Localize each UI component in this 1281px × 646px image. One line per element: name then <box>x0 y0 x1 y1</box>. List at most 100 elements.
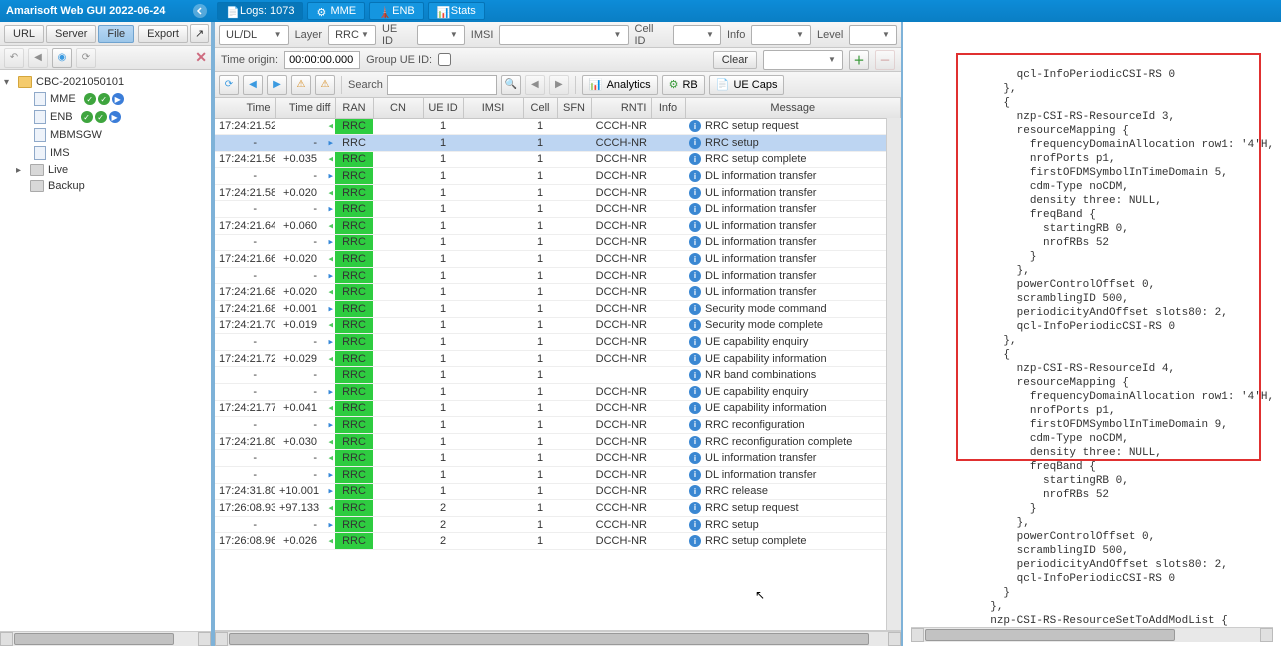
code-view[interactable]: qcl-InfoPeriodicCSI-RS 0 }, { nzp-CSI-RS… <box>911 26 1273 627</box>
search-input[interactable] <box>387 75 497 95</box>
info-icon: i <box>689 319 701 331</box>
log-row[interactable]: 17:24:31.801+10.001▸RRC11DCCH-NRiRRC rel… <box>215 483 901 500</box>
message-text: RRC setup request <box>705 120 799 132</box>
group-ue-checkbox[interactable] <box>438 53 451 66</box>
col-time[interactable]: Time <box>215 98 275 118</box>
time-origin-input[interactable] <box>284 51 360 69</box>
col-imsi[interactable]: IMSI <box>463 98 523 118</box>
search-next-icon[interactable]: ▶ <box>549 75 569 95</box>
add-button[interactable]: ＋ <box>849 50 869 70</box>
tab-enb[interactable]: 🗼ENB <box>369 2 424 20</box>
level-select[interactable]: ▼ <box>849 25 897 45</box>
log-row[interactable]: --▸RRC11DCCH-NRiDL information transfer <box>215 201 901 218</box>
col-time-diff[interactable]: Time diff <box>275 98 335 118</box>
analytics-button[interactable]: 📊Analytics <box>582 75 658 95</box>
loading-icon[interactable]: ◉ <box>52 48 72 68</box>
log-row[interactable]: --▸RRC11DCCH-NRiUE capability enquiry <box>215 384 901 401</box>
uecaps-button[interactable]: 📄UE Caps <box>709 75 785 95</box>
log-row[interactable]: --▸RRC11DCCH-NRiDL information transfer <box>215 267 901 284</box>
chevron-down-icon: ▼ <box>826 55 838 64</box>
message-text: RRC reconfiguration complete <box>705 436 852 448</box>
tree-mbmsgw[interactable]: MBMSGW <box>2 126 209 144</box>
log-row[interactable]: 17:24:21.560+0.035◂RRC11DCCH-NRiRRC setu… <box>215 151 901 168</box>
col-cn[interactable]: CN <box>373 98 423 118</box>
page-icon <box>34 146 46 160</box>
log-row[interactable]: 17:24:21.680+0.020◂RRC11DCCH-NRiUL infor… <box>215 284 901 301</box>
log-row[interactable]: 17:24:21.681+0.001▸RRC11DCCH-NRiSecurity… <box>215 301 901 318</box>
col-cell[interactable]: Cell <box>523 98 557 118</box>
collapse-left-icon[interactable] <box>193 4 207 18</box>
log-row[interactable]: --▸RRC11CCCH-NRiRRC setup <box>215 135 901 152</box>
cellid-select[interactable]: ▼ <box>673 25 721 45</box>
next-icon[interactable]: ▶ <box>267 75 287 95</box>
file-button[interactable]: File <box>98 25 134 43</box>
search-prev-icon[interactable]: ◀ <box>525 75 545 95</box>
log-row[interactable]: 17:24:21.800+0.030◂RRC11DCCH-NRiRRC reco… <box>215 433 901 450</box>
info-icon: i <box>689 170 701 182</box>
log-row[interactable]: 17:26:08.960+0.026◂RRC21DCCH-NRiRRC setu… <box>215 533 901 550</box>
log-row[interactable]: 17:24:21.525◂RRC11CCCH-NRiRRC setup requ… <box>215 118 901 135</box>
log-row[interactable]: 17:24:21.770+0.041◂RRC11DCCH-NRiUE capab… <box>215 400 901 417</box>
tree-live[interactable]: ▸Live <box>2 162 209 178</box>
nav-prev-icon[interactable]: ◀ <box>28 48 48 68</box>
hscroll-right[interactable] <box>911 627 1273 642</box>
close-icon[interactable]: ✕ <box>195 49 207 66</box>
col-ue-id[interactable]: UE ID <box>423 98 463 118</box>
log-row[interactable]: --▸RRC21CCCH-NRiRRC setup <box>215 516 901 533</box>
refresh-back-icon[interactable]: ↶ <box>4 48 24 68</box>
server-button[interactable]: Server <box>46 25 96 43</box>
tree-mme[interactable]: MME✓✓▶ <box>2 90 209 108</box>
tab-mme[interactable]: ⚙MME <box>307 2 365 20</box>
vscroll[interactable] <box>886 118 901 630</box>
layer-select[interactable]: RRC▼ <box>328 25 376 45</box>
tab-logs[interactable]: 📄Logs: 1073 <box>217 2 303 20</box>
log-row[interactable]: 17:26:08.934+97.133◂RRC21CCCH-NRiRRC set… <box>215 500 901 517</box>
log-row[interactable]: 17:24:21.729+0.029◂RRC11DCCH-NRiUE capab… <box>215 350 901 367</box>
log-row[interactable]: 17:24:21.700+0.019◂RRC11DCCH-NRiSecurity… <box>215 317 901 334</box>
log-row[interactable]: --◂RRC11DCCH-NRiUL information transfer <box>215 450 901 467</box>
tree-ims[interactable]: IMS <box>2 144 209 162</box>
warn-icon[interactable]: ⚠ <box>291 75 311 95</box>
col-ran[interactable]: RAN <box>335 98 373 118</box>
col-info[interactable]: Info <box>651 98 685 118</box>
col-rnti[interactable]: RNTI <box>591 98 651 118</box>
warn-next-icon[interactable]: ⚠ <box>315 75 335 95</box>
clear-button[interactable]: Clear <box>713 51 757 69</box>
hscroll-center[interactable] <box>215 631 901 646</box>
log-grid: TimeTime diffRANCNUE IDIMSICellSFNRNTIIn… <box>215 98 901 631</box>
log-row[interactable]: --▸RRC11DCCH-NRiDL information transfer <box>215 168 901 185</box>
url-button[interactable]: URL <box>4 25 44 43</box>
tab-stats[interactable]: 📊Stats <box>428 2 485 20</box>
prev-icon[interactable]: ◀ <box>243 75 263 95</box>
rb-button[interactable]: ⚙RB <box>662 75 705 95</box>
export-icon-button[interactable]: ↗ <box>190 24 209 43</box>
log-row[interactable]: 17:24:21.660+0.020◂RRC11DCCH-NRiUL infor… <box>215 251 901 268</box>
info-icon: i <box>689 203 701 215</box>
log-row[interactable]: 17:24:21.640+0.060◂RRC11DCCH-NRiUL infor… <box>215 218 901 235</box>
refresh-icon[interactable]: ⟳ <box>76 48 96 68</box>
log-row[interactable]: --RRC11iNR band combinations <box>215 367 901 384</box>
binoculars-icon[interactable]: 🔍 <box>501 75 521 95</box>
refresh-icon[interactable]: ⟳ <box>219 75 239 95</box>
log-row[interactable]: --▸RRC11DCCH-NRiDL information transfer <box>215 234 901 251</box>
ueid-select[interactable]: ▼ <box>417 25 465 45</box>
log-row[interactable]: 17:24:21.580+0.020◂RRC11DCCH-NRiUL infor… <box>215 184 901 201</box>
tree-root[interactable]: ▾CBC-2021050101 <box>2 74 209 90</box>
tree-enb[interactable]: ENB✓✓▶ <box>2 108 209 126</box>
hscroll-left[interactable] <box>0 631 211 646</box>
remove-button[interactable]: － <box>875 50 895 70</box>
direction-icon: ▸ <box>328 204 333 215</box>
log-row[interactable]: --▸RRC11DCCH-NRiRRC reconfiguration <box>215 417 901 434</box>
log-row[interactable]: --▸RRC11DCCH-NRiDL information transfer <box>215 466 901 483</box>
level-label: Level <box>817 29 843 41</box>
export-button[interactable]: Export <box>138 25 188 43</box>
tree-backup[interactable]: Backup <box>2 178 209 194</box>
preset-select[interactable]: ▼ <box>763 50 843 70</box>
col-sfn[interactable]: SFN <box>557 98 591 118</box>
log-row[interactable]: --▸RRC11DCCH-NRiUE capability enquiry <box>215 334 901 351</box>
message-text: UL information transfer <box>705 286 816 298</box>
col-message[interactable]: Message <box>685 98 901 118</box>
imsi-select[interactable]: ▼ <box>499 25 628 45</box>
info-select[interactable]: ▼ <box>751 25 811 45</box>
uldl-select[interactable]: UL/DL▼ <box>219 25 289 45</box>
